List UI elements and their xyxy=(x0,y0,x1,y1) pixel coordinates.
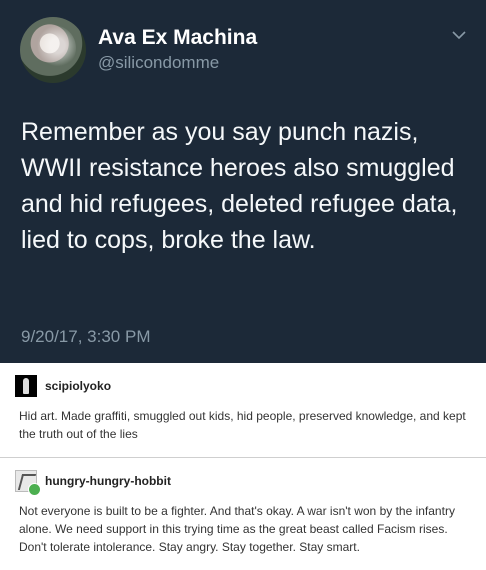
avatar-figure xyxy=(23,378,29,394)
post-body: Hid art. Made graffiti, smuggled out kid… xyxy=(19,409,466,441)
tweet-display-name[interactable]: Ava Ex Machina xyxy=(98,26,257,50)
tweet-handle[interactable]: @silicondomme xyxy=(98,53,219,73)
post-body: Not everyone is built to be a fighter. A… xyxy=(19,504,455,554)
tweet-text: Remember as you say punch nazis, WWII re… xyxy=(21,118,458,254)
post-username[interactable]: hungry-hungry-hobbit xyxy=(45,474,171,488)
reblog-post: hungry-hungry-hobbit Not everyone is bui… xyxy=(0,458,486,570)
tweet-timestamp[interactable]: 9/20/17, 3:30 PM xyxy=(21,327,150,347)
avatar-badge-icon xyxy=(28,483,41,496)
post-username[interactable]: scipiolyoko xyxy=(45,379,111,393)
chevron-down-icon[interactable] xyxy=(452,30,466,40)
reblog-post: scipiolyoko Hid art. Made graffiti, smug… xyxy=(0,363,486,458)
avatar-highlight xyxy=(30,25,76,71)
tweet-author-avatar[interactable] xyxy=(20,17,86,83)
embedded-tweet: Ava Ex Machina @silicondomme Remember as… xyxy=(0,0,486,363)
user-avatar[interactable] xyxy=(15,375,37,397)
user-avatar[interactable] xyxy=(15,470,41,496)
